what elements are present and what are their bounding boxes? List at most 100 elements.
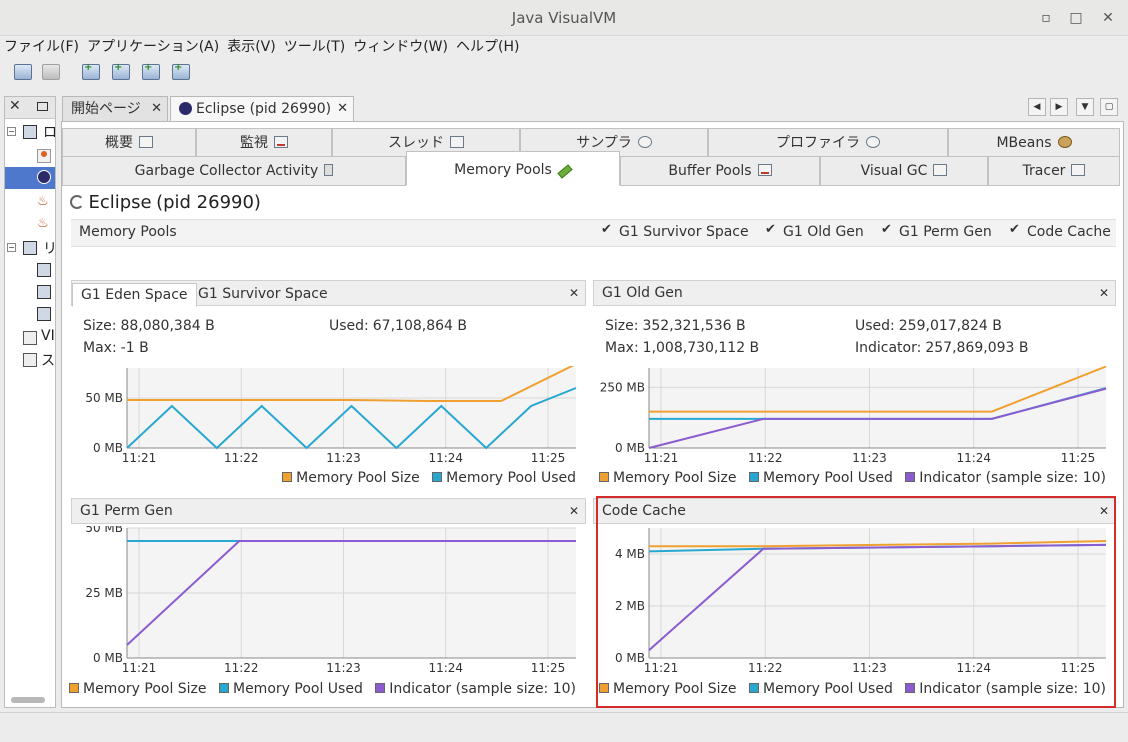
y-tick-label: 0 MB bbox=[615, 441, 645, 455]
close-panel-icon[interactable]: ✕ bbox=[569, 499, 579, 523]
maximize-tab-icon[interactable]: ▢ bbox=[1100, 98, 1118, 116]
tree-local[interactable]: − ロ bbox=[5, 121, 57, 143]
process-pid: (pid 26990) bbox=[156, 192, 261, 213]
plot-area bbox=[649, 368, 1106, 448]
minimize-button[interactable]: ▫ bbox=[1036, 8, 1056, 28]
sampler-icon bbox=[637, 136, 652, 148]
menu-applications[interactable]: アプリケーション(A) bbox=[83, 36, 219, 58]
tab-list-icon[interactable]: ▼ bbox=[1076, 98, 1094, 116]
tab-profiler[interactable]: プロファイラ bbox=[708, 128, 948, 158]
checkbox-g1-perm-gen[interactable]: G1 Perm Gen bbox=[881, 222, 992, 240]
tree-host[interactable] bbox=[5, 303, 55, 325]
visual-gc-icon bbox=[933, 164, 948, 176]
close-panel-icon[interactable]: ✕ bbox=[569, 281, 579, 305]
horizontal-scrollbar[interactable] bbox=[11, 697, 45, 703]
host-icon bbox=[37, 285, 51, 299]
save-icon[interactable] bbox=[42, 64, 60, 80]
close-panel-icon[interactable]: ✕ bbox=[1099, 499, 1109, 523]
legend-label: Memory Pool Size bbox=[612, 681, 737, 697]
menu-help[interactable]: ヘルプ(H) bbox=[452, 36, 519, 58]
document-tabs: 開始ページ ✕ Eclipse (pid 26990) ✕ ◀ ▶ ▼ ▢ bbox=[60, 96, 1124, 122]
tab-buffer-pools[interactable]: Buffer Pools bbox=[620, 156, 820, 186]
tree-snapshots[interactable]: ス bbox=[5, 349, 55, 371]
menu-window[interactable]: ウィンドウ(W) bbox=[349, 36, 448, 58]
legend-label: Memory Pool Size bbox=[82, 681, 207, 697]
eden-chart: 0 MB 50 MB 11:21 11:22 11:23 11:24 11:25 bbox=[85, 366, 577, 465]
tree-vm-coredumps[interactable]: VI bbox=[5, 327, 55, 349]
panel-title: Code Cache bbox=[602, 503, 686, 519]
tree-java-app[interactable]: ♨ bbox=[5, 213, 55, 235]
close-panel-icon[interactable]: ✕ bbox=[9, 98, 21, 114]
tab-memory-pools[interactable]: Memory Pools bbox=[406, 151, 620, 186]
tab-gc-activity[interactable]: Garbage Collector Activity bbox=[62, 156, 406, 186]
close-panel-icon[interactable]: ✕ bbox=[1099, 281, 1109, 305]
tree-host[interactable] bbox=[5, 259, 55, 281]
oldgen-chart: 0 MB 250 MB 11:21 11:22 11:23 11:24 11:25 bbox=[600, 366, 1107, 465]
add-snapshot-icon[interactable]: + bbox=[172, 62, 190, 80]
permgen-legend: Memory Pool Size Memory Pool Used Indica… bbox=[68, 681, 576, 697]
add-jmx-connection-icon[interactable]: + bbox=[82, 62, 100, 80]
x-tick-label: 11:25 bbox=[1061, 661, 1096, 675]
memory-pools-icon bbox=[557, 164, 573, 179]
tab-monitor[interactable]: 監視 bbox=[196, 128, 332, 158]
permgen-panel: G1 Perm Gen ✕ 0 MB 25 MB 50 MB 11:21 11:22 11… bbox=[68, 498, 586, 706]
menu-view[interactable]: 表示(V) bbox=[223, 36, 276, 58]
overview-icon bbox=[139, 136, 153, 148]
close-button[interactable]: ✕ bbox=[1098, 8, 1118, 28]
add-core-dump-icon[interactable]: + bbox=[142, 62, 160, 80]
oldgen-panel-header: G1 Old Gen ✕ bbox=[593, 280, 1116, 306]
collapse-icon[interactable]: − bbox=[7, 127, 16, 136]
menu-file[interactable]: ファイル(F) bbox=[0, 36, 79, 58]
legend-swatch bbox=[375, 683, 386, 693]
tab-g1-eden-space[interactable]: G1 Eden Space bbox=[72, 283, 197, 307]
tree-eclipse[interactable] bbox=[5, 167, 55, 189]
checkbox-label: G1 Perm Gen bbox=[899, 224, 992, 240]
codecache-panel: Code Cache ✕ 0 MB 2 MB 4 MB 11:21 11:22 11:23… bbox=[593, 498, 1116, 706]
x-tick-label: 11:22 bbox=[224, 451, 259, 465]
scroll-right-icon[interactable]: ▶ bbox=[1050, 98, 1068, 116]
load-application-icon[interactable] bbox=[14, 64, 32, 80]
x-tick-label: 11:21 bbox=[644, 661, 679, 675]
tree-remote[interactable]: − リ bbox=[5, 237, 57, 259]
y-tick-label: 0 MB bbox=[93, 651, 123, 665]
tab-label: 開始ページ bbox=[71, 101, 141, 117]
x-tick-label: 11:22 bbox=[748, 661, 783, 675]
close-tab-icon[interactable]: ✕ bbox=[337, 97, 348, 121]
loading-spinner-icon bbox=[70, 195, 84, 209]
tree-label: リ bbox=[43, 241, 57, 257]
used-label: Used: bbox=[329, 318, 369, 334]
checkbox-code-cache[interactable]: Code Cache bbox=[1009, 222, 1111, 240]
checkbox-g1-survivor-space[interactable]: G1 Survivor Space bbox=[601, 222, 749, 240]
scroll-left-icon[interactable]: ◀ bbox=[1028, 98, 1046, 116]
host-icon bbox=[37, 307, 51, 321]
max-label: Max: bbox=[83, 340, 117, 356]
permgen-chart: 0 MB 25 MB 50 MB 11:21 11:22 11:23 11:24 11:25 bbox=[85, 526, 576, 675]
tree-java-app[interactable]: ♨ bbox=[5, 191, 55, 213]
tab-eclipse[interactable]: Eclipse (pid 26990) ✕ bbox=[170, 96, 354, 122]
tab-tracer[interactable]: Tracer bbox=[988, 156, 1120, 186]
collapse-icon[interactable]: − bbox=[7, 243, 16, 252]
legend-label: Memory Pool Size bbox=[612, 470, 737, 486]
tab-start-page[interactable]: 開始ページ ✕ bbox=[62, 96, 168, 122]
legend-swatch bbox=[68, 683, 79, 693]
minimize-panel-icon[interactable] bbox=[37, 102, 48, 111]
checkbox-g1-old-gen[interactable]: G1 Old Gen bbox=[765, 222, 864, 240]
tab-overview[interactable]: 概要 bbox=[62, 128, 196, 158]
tree-app[interactable] bbox=[5, 145, 55, 167]
tab-visual-gc[interactable]: Visual GC bbox=[820, 156, 988, 186]
add-remote-host-icon[interactable]: + bbox=[112, 62, 130, 80]
close-tab-icon[interactable]: ✕ bbox=[151, 97, 162, 121]
size-value: 88,080,384 B bbox=[120, 318, 215, 334]
menu-tools[interactable]: ツール(T) bbox=[280, 36, 345, 58]
maximize-button[interactable]: □ bbox=[1066, 8, 1086, 28]
tab-label: 概要 bbox=[105, 135, 133, 151]
x-tick-label: 11:23 bbox=[326, 661, 361, 675]
checkbox-label: G1 Survivor Space bbox=[619, 224, 749, 240]
tab-g1-survivor-space[interactable]: G1 Survivor Space bbox=[190, 283, 336, 307]
eclipse-icon bbox=[179, 102, 192, 115]
y-tick-label: 25 MB bbox=[85, 586, 123, 600]
remote-icon bbox=[23, 241, 37, 255]
x-tick-label: 11:25 bbox=[1061, 451, 1096, 465]
tab-mbeans[interactable]: MBeans bbox=[948, 128, 1120, 158]
tree-host[interactable] bbox=[5, 281, 55, 303]
